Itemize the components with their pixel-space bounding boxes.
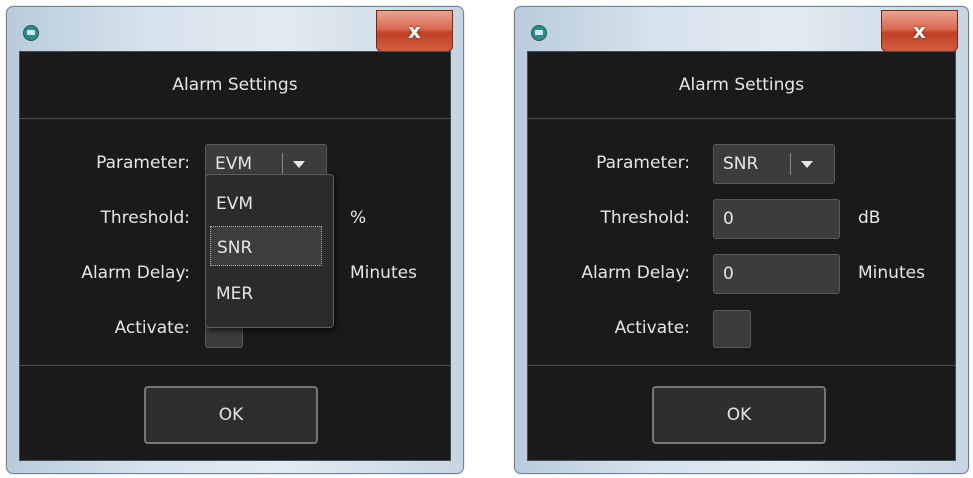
app-monitor-icon	[23, 25, 39, 41]
parameter-value: EVM	[215, 154, 253, 174]
dropdown-option-evm[interactable]: EVM	[210, 183, 322, 223]
ok-button[interactable]: OK	[652, 386, 826, 444]
dialog-footer: OK	[528, 365, 955, 460]
dropdown-option-snr[interactable]: SNR	[210, 226, 322, 266]
activate-label: Activate:	[114, 318, 190, 338]
alarm-settings-window-left: x Alarm Settings Parameter: EVM Threshol…	[6, 6, 464, 474]
threshold-label: Threshold:	[100, 208, 190, 228]
title-bar: x	[7, 7, 463, 52]
dialog-title: Alarm Settings	[20, 52, 450, 119]
dialog-body: Alarm Settings Parameter: EVM Threshold:…	[19, 51, 451, 461]
close-icon: x	[408, 19, 421, 43]
title-bar: x	[515, 7, 968, 52]
activate-label: Activate:	[614, 318, 690, 338]
alarm-delay-input[interactable]: 0	[713, 254, 840, 294]
combobox-divider	[790, 153, 791, 175]
dialog-title: Alarm Settings	[528, 52, 955, 119]
close-icon: x	[913, 19, 926, 43]
parameter-value: SNR	[723, 154, 759, 174]
threshold-unit: dB	[858, 208, 881, 228]
chevron-down-icon[interactable]	[801, 161, 813, 168]
alarm-delay-unit: Minutes	[350, 263, 417, 283]
threshold-label: Threshold:	[600, 208, 690, 228]
parameter-dropdown-list: EVM SNR MER	[205, 174, 334, 328]
parameter-row: Parameter: SNR	[528, 143, 955, 184]
app-monitor-icon	[531, 25, 547, 41]
parameter-label: Parameter:	[96, 153, 190, 173]
combobox-divider	[282, 153, 283, 175]
ok-button[interactable]: OK	[144, 386, 318, 444]
close-button[interactable]: x	[881, 10, 958, 52]
dropdown-option-mer[interactable]: MER	[210, 273, 322, 313]
activate-row: Activate:	[528, 308, 955, 348]
threshold-input[interactable]: 0	[713, 199, 840, 239]
chevron-down-icon[interactable]	[293, 161, 305, 168]
threshold-value: 0	[723, 209, 734, 229]
parameter-label: Parameter:	[596, 153, 690, 173]
alarm-delay-label: Alarm Delay:	[581, 263, 690, 283]
alarm-delay-row: Alarm Delay: 0 Minutes	[528, 253, 955, 294]
alarm-delay-label: Alarm Delay:	[81, 263, 190, 283]
threshold-row: Threshold: 0 dB	[528, 198, 955, 239]
close-button[interactable]: x	[376, 10, 453, 52]
dialog-body: Alarm Settings Parameter: SNR Threshold:…	[527, 51, 956, 461]
alarm-delay-unit: Minutes	[858, 263, 925, 283]
alarm-delay-value: 0	[723, 264, 734, 284]
threshold-unit: %	[350, 208, 367, 228]
parameter-combobox[interactable]: SNR	[713, 144, 835, 184]
dialog-footer: OK	[20, 365, 450, 460]
alarm-settings-window-right: x Alarm Settings Parameter: SNR Threshol…	[514, 6, 969, 474]
activate-checkbox[interactable]	[713, 310, 751, 348]
